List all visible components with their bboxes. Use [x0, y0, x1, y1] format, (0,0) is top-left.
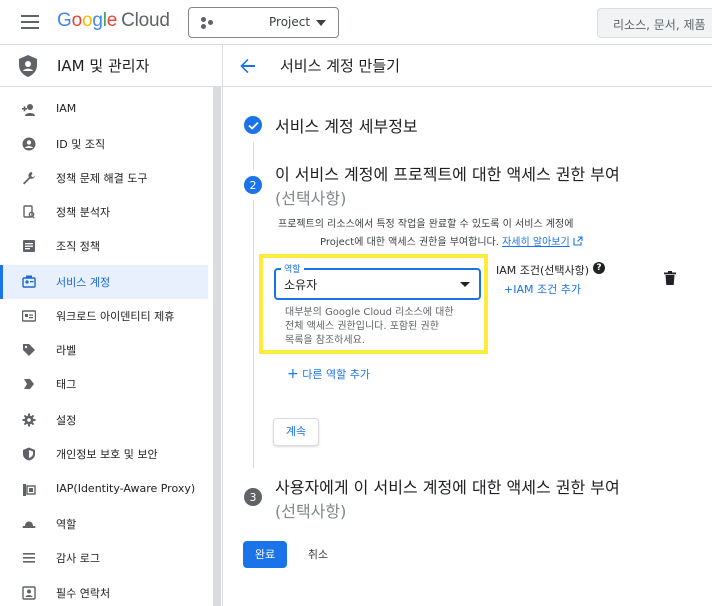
account-circle-icon — [22, 137, 36, 151]
step2-description-line2: Project에 대한 액세스 권한을 부여합니다. 자세히 알아보기 — [320, 233, 583, 248]
sidebar-item-label: 라벨 — [56, 344, 77, 357]
sidebar-item-label: 개인정보 보호 및 보안 — [56, 448, 158, 461]
plus-icon: + — [504, 283, 514, 296]
sidebar-header: IAM 및 관리자 — [0, 45, 222, 87]
sidebar-item-audit-logs[interactable]: 감사 로그 — [0, 541, 208, 575]
step3-title[interactable]: 사용자에게 이 서비스 계정에 대한 액세스 권한 부여 — [275, 474, 620, 498]
external-link-icon — [573, 236, 583, 246]
step2-subtitle: (선택사항) — [275, 189, 347, 208]
sidebar-item-label: IAP(Identity-Aware Proxy) — [56, 482, 196, 495]
step-connector — [253, 200, 254, 468]
sidebar-item-label: 역할 — [56, 518, 77, 531]
sidebar-item-essential-contacts[interactable]: 필수 연락처 — [0, 576, 208, 606]
content-header: 서비스 계정 만들기 — [223, 45, 712, 87]
person-add-icon — [22, 104, 35, 116]
step2-description-text: Project에 대한 액세스 권한을 부여합니다. — [320, 237, 499, 248]
tag-icon — [24, 379, 34, 389]
add-iam-condition-button[interactable]: +IAM 조건 추가 — [504, 281, 581, 297]
project-name: Project — [269, 15, 311, 29]
sidebar-scrollbar[interactable] — [213, 87, 221, 606]
service-account-icon — [22, 275, 36, 288]
sidebar-item-settings[interactable]: 설정 — [0, 403, 208, 437]
sidebar-item-org-policy[interactable]: 조직 정책 — [0, 229, 208, 263]
google-cloud-logo[interactable]: Google Cloud — [57, 10, 170, 32]
sidebar-item-tags[interactable]: 태그 — [0, 367, 208, 401]
sidebar-title: IAM 및 관리자 — [57, 57, 150, 75]
done-button[interactable]: 완료 — [243, 541, 287, 568]
top-bar: Google Cloud Project 리소스, 문서, 제품 — [0, 0, 712, 45]
step1-title[interactable]: 서비스 계정 세부정보 — [275, 113, 418, 137]
sidebar-item-label: ID 및 조직 — [56, 138, 106, 151]
role-help-line2: 전체 액세스 권한입니다. 포함된 권한 — [285, 321, 439, 332]
sidebar-item-iap[interactable]: IAP(Identity-Aware Proxy) — [0, 473, 208, 507]
sidebar-item-label: 조직 정책 — [56, 240, 100, 253]
iam-condition-label: IAM 조건(선택사항) — [496, 264, 590, 277]
sidebar-item-service-accounts[interactable]: 서비스 계정 — [0, 265, 208, 299]
sidebar-item-label: 정책 문제 해결 도구 — [56, 172, 148, 185]
label-icon — [23, 344, 35, 356]
contacts-icon — [22, 586, 36, 600]
logo-cloud-text: Cloud — [121, 10, 170, 31]
sidebar-item-policy-analyzer[interactable]: 정책 분석자 — [0, 195, 208, 229]
id-card-icon — [22, 310, 36, 322]
help-icon[interactable]: ? — [593, 262, 605, 274]
step3-number: 3 — [244, 488, 262, 506]
step2-number: 2 — [244, 176, 262, 194]
iap-icon — [23, 484, 36, 496]
step-connector — [253, 142, 254, 170]
role-help-line3: 목록을 참조하세요. — [285, 335, 365, 346]
list-lines-icon — [23, 553, 35, 563]
plus-icon: + — [287, 366, 299, 382]
chevron-down-icon — [316, 20, 326, 26]
sidebar-item-label: 정책 분석자 — [56, 206, 111, 219]
add-role-label: 다른 역할 추가 — [302, 368, 370, 381]
learn-more-link[interactable]: 자세히 알아보기 — [502, 237, 570, 248]
back-arrow-icon[interactable] — [239, 57, 257, 75]
sidebar-item-privacy-security[interactable]: 개인정보 보호 및 보안 — [0, 437, 208, 471]
sidebar-item-identity-org[interactable]: ID 및 조직 — [0, 127, 208, 161]
role-field-label: 역할 — [281, 262, 304, 275]
sidebar-item-policy-troubleshooter[interactable]: 정책 문제 해결 도구 — [0, 161, 208, 195]
role-help-line1: 대부분의 Google Cloud 리소스에 대한 — [285, 307, 454, 318]
wrench-icon — [23, 172, 35, 185]
role-dropdown-icon — [460, 282, 470, 287]
delete-trash-icon[interactable] — [664, 271, 676, 285]
step2-title: 이 서비스 계정에 프로젝트에 대한 액세스 권한 부여 — [275, 165, 620, 184]
shield-icon — [23, 447, 35, 461]
hat-icon — [22, 521, 36, 528]
sidebar-item-label: 필수 연락처 — [56, 587, 111, 600]
hamburger-menu-icon[interactable] — [21, 15, 39, 29]
cancel-button[interactable]: 취소 — [298, 541, 338, 568]
sidebar-item-workload-identity[interactable]: 워크로드 아이덴티티 제휴 — [0, 299, 208, 333]
page-title: 서비스 계정 만들기 — [280, 57, 400, 75]
step2-description-line1: 프로젝트의 리소스에서 특정 작업을 완료할 수 있도록 이 서비스 계정에 — [278, 219, 574, 230]
sidebar-item-label: 태그 — [56, 378, 77, 391]
sidebar-item-labels[interactable]: 라벨 — [0, 333, 208, 367]
continue-button[interactable]: 계속 — [273, 418, 319, 446]
gear-icon — [22, 413, 36, 427]
policy-analyzer-icon — [23, 205, 35, 219]
list-icon — [23, 240, 35, 252]
project-picker[interactable]: Project — [188, 7, 339, 38]
add-another-role-button[interactable]: + 다른 역할 추가 — [287, 366, 370, 382]
sidebar-item-roles[interactable]: 역할 — [0, 507, 208, 541]
step3-subtitle: (선택사항) — [275, 502, 347, 521]
sidebar: IAM 및 관리자 IAM ID 및 조직 정책 문제 해결 도구 정책 분석자… — [0, 45, 222, 606]
sidebar-item-iam[interactable]: IAM — [0, 93, 208, 127]
role-selected-value: 소유자 — [284, 278, 318, 292]
add-condition-label: IAM 조건 추가 — [513, 283, 581, 296]
sidebar-item-label: 서비스 계정 — [56, 276, 111, 289]
sidebar-item-label: IAM — [56, 102, 77, 115]
search-input[interactable]: 리소스, 문서, 제품 — [597, 8, 712, 38]
step-complete-check-icon — [244, 116, 262, 134]
sidebar-item-label: 설정 — [56, 414, 77, 427]
sidebar-item-label: 워크로드 아이덴티티 제휴 — [56, 310, 175, 323]
iam-shield-icon — [19, 55, 37, 77]
project-dots-icon — [201, 17, 215, 29]
sidebar-item-label: 감사 로그 — [56, 552, 100, 565]
